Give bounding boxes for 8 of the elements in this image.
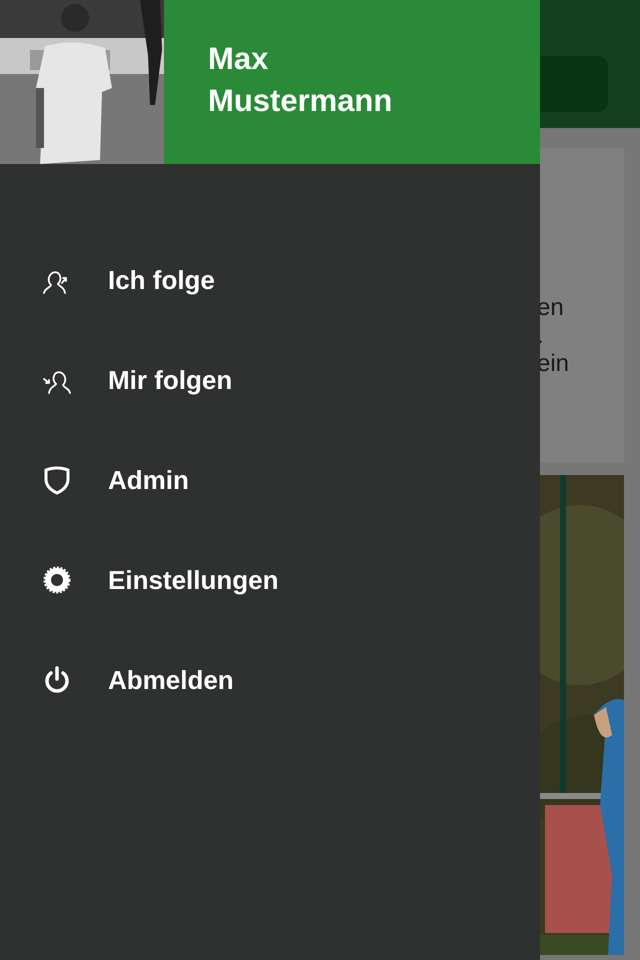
menu-item[interactable]: Einstellungen [0,530,540,630]
menu-item[interactable]: Mir folgen [0,330,540,430]
menu-item[interactable]: Admin [0,430,540,530]
settings-icon [42,565,72,595]
user-name: Max Mustermann [208,40,394,120]
shield-icon [42,465,72,495]
menu-item[interactable]: Abmelden [0,630,540,730]
menu-item[interactable]: Ich folge [0,230,540,330]
